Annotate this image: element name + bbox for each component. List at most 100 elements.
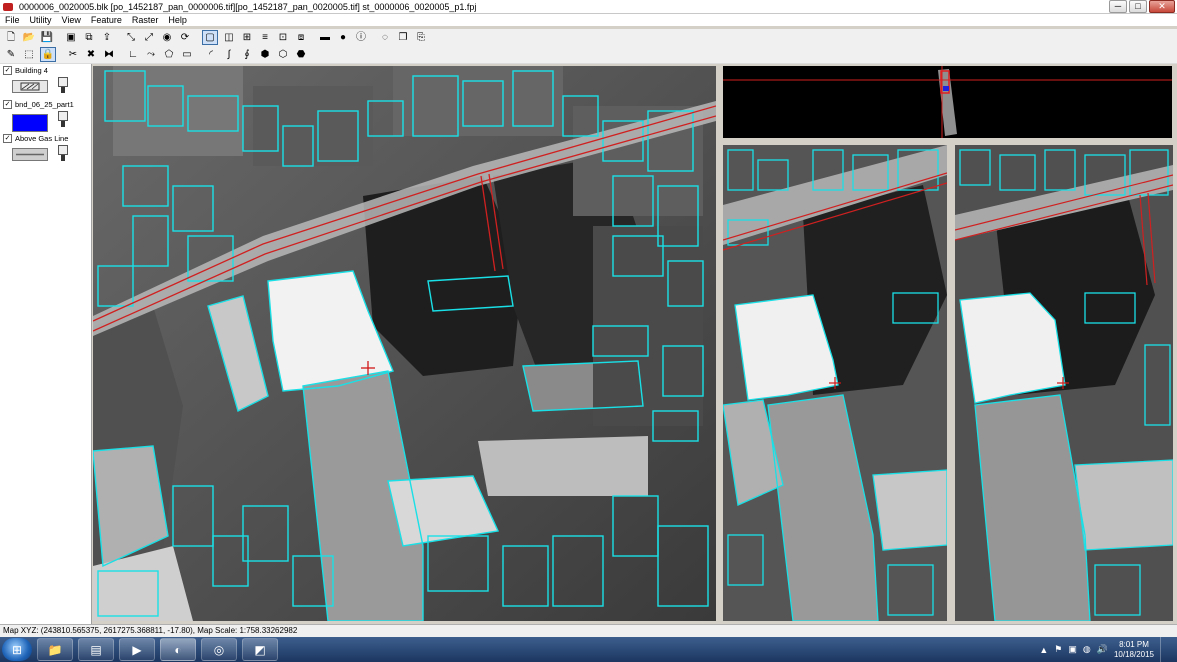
export-icon: ⇪ <box>102 32 112 43</box>
menu-help[interactable]: Help <box>163 15 192 25</box>
taskbar-file-explorer[interactable]: 📁 <box>37 638 73 661</box>
polyline-tool-icon: ⤳ <box>147 49 155 60</box>
vertex-tool-button[interactable]: ✎ <box>4 48 18 61</box>
taskbar-documents[interactable]: ▤ <box>78 638 114 661</box>
show-desktop-button[interactable] <box>1160 637 1171 662</box>
maximize-button[interactable]: □ <box>1129 0 1147 13</box>
stereo-splitter[interactable] <box>948 145 954 621</box>
new-file-button[interactable]: 🗋 <box>4 31 18 44</box>
stereo-view-right[interactable] <box>955 145 1173 621</box>
close-button[interactable]: ✕ <box>1149 0 1175 13</box>
system-tray: ▲ ⚑ ▣ ◍ 🔊 8:01 PM 10/18/2015 <box>1039 637 1171 662</box>
menu-utility[interactable]: Utility <box>25 15 57 25</box>
overview-map[interactable] <box>723 66 1172 138</box>
circle-select-button[interactable]: ◌ <box>378 31 392 44</box>
grid-button[interactable]: ⊡ <box>276 31 290 44</box>
vertical-splitter[interactable] <box>717 64 722 624</box>
layer-bnd[interactable]: ✓ bnd_06_25_part1 <box>3 100 89 132</box>
sync-icon: ⟳ <box>180 32 190 43</box>
layer-swatch[interactable] <box>12 114 48 132</box>
clock[interactable]: 8:01 PM 10/18/2015 <box>1114 640 1154 660</box>
save-icon: 💾 <box>40 32 54 43</box>
paste-button[interactable]: ⎘ <box>414 31 428 44</box>
polygon-tool-button[interactable]: ⬠ <box>162 48 176 61</box>
cut-button[interactable]: ✂ <box>66 48 80 61</box>
status-bar: Map XYZ: (243810.565375, 2617275.368811,… <box>0 624 1177 637</box>
stack-button[interactable]: ≡ <box>258 31 272 44</box>
curve-tool-icon: ∫ <box>227 49 231 60</box>
circle-select-icon: ◌ <box>382 32 388 43</box>
layer-above-gas-line[interactable]: ✓ Above Gas Line <box>3 134 89 161</box>
taskbar-stereo-app[interactable]: ◐ <box>160 638 196 661</box>
edit-toolbar: ✎ ⬚ 🔒 ✂ ✖ ⧓ ∟ ⤳ ⬠ ▭ ◜ ∫ ∮ ⬢ ⬡ ⬣ <box>0 46 1177 64</box>
lock-icon[interactable] <box>58 145 68 155</box>
merge-button[interactable]: ⧓ <box>102 48 116 61</box>
start-button[interactable]: ⊞ <box>2 638 32 661</box>
fit-extent-button[interactable]: ⤡ <box>124 31 138 44</box>
bar-icon: ▬ <box>320 32 330 43</box>
split-view-icon: ◫ <box>224 32 234 43</box>
target-icon: ◉ <box>162 32 172 43</box>
curve-tool-button[interactable]: ∫ <box>222 48 236 61</box>
taskbar-media-player[interactable]: ▶ <box>119 638 155 661</box>
sync-button[interactable]: ⟳ <box>178 31 192 44</box>
polyline-tool-button[interactable]: ⤳ <box>144 48 158 61</box>
menu-feature[interactable]: Feature <box>86 15 127 25</box>
quad-view-button[interactable]: ⊞ <box>240 31 254 44</box>
single-view-button[interactable]: ▢ <box>202 30 218 45</box>
menu-raster[interactable]: Raster <box>127 15 164 25</box>
menu-file[interactable]: File <box>0 15 25 25</box>
layer-checkbox[interactable]: ✓ <box>3 100 12 109</box>
info-button[interactable]: ⓘ <box>354 31 368 44</box>
layer-swatch[interactable] <box>12 80 48 93</box>
lock-tool-button[interactable]: 🔒 <box>40 47 56 62</box>
rectangle-tool-button[interactable]: ▭ <box>180 48 194 61</box>
cut-icon: ✂ <box>68 49 78 60</box>
lock-icon[interactable] <box>58 77 68 87</box>
horizontal-splitter[interactable] <box>723 139 1173 144</box>
snap-tool-button[interactable]: ∮ <box>240 48 254 61</box>
building-tool-button[interactable]: ⬢ <box>258 48 272 61</box>
globe-button[interactable]: ● <box>336 31 350 44</box>
layer-building-4[interactable]: ✓ Building 4 <box>3 66 89 93</box>
minimize-button[interactable]: ─ <box>1109 0 1127 13</box>
layers-button[interactable]: ⧉ <box>82 31 96 44</box>
book-button[interactable]: ▣ <box>64 31 78 44</box>
tray-expand-icon[interactable]: ▲ <box>1039 645 1048 655</box>
copy-button[interactable]: ❐ <box>396 31 410 44</box>
lock-tool-icon: 🔒 <box>41 49 55 60</box>
select-rect-button[interactable]: ⬚ <box>22 48 36 61</box>
taskbar-mapping-app[interactable]: ◩ <box>242 638 278 661</box>
layer-checkbox[interactable]: ✓ <box>3 66 12 75</box>
target-button[interactable]: ◉ <box>160 31 174 44</box>
title-bar: 0000006_0020005.blk [po_1452187_pan_0000… <box>0 0 1177 14</box>
export-button[interactable]: ⇪ <box>100 31 114 44</box>
open-folder-button[interactable]: 📂 <box>22 31 36 44</box>
delete-button[interactable]: ✖ <box>84 48 98 61</box>
arc-tool-button[interactable]: ◜ <box>204 48 218 61</box>
save-button[interactable]: 💾 <box>40 31 54 44</box>
tray-flag-icon[interactable]: ⚑ <box>1054 644 1062 655</box>
tray-volume-icon[interactable]: 🔊 <box>1097 644 1108 655</box>
stereo-view-left[interactable] <box>723 145 947 621</box>
zoom-extent-icon: ⤢ <box>145 32 153 43</box>
taskbar-search-app[interactable]: ◎ <box>201 638 237 661</box>
tray-security-icon[interactable]: ◍ <box>1083 644 1091 655</box>
window-button[interactable]: ⧈ <box>294 31 308 44</box>
lock-icon[interactable] <box>58 111 68 121</box>
line-tool-button[interactable]: ∟ <box>126 48 140 61</box>
tray-network-icon[interactable]: ▣ <box>1068 644 1077 655</box>
layer-name: bnd_06_25_part1 <box>15 100 74 109</box>
split-view-button[interactable]: ◫ <box>222 31 236 44</box>
fit-extent-icon: ⤡ <box>127 32 135 43</box>
bar-button[interactable]: ▬ <box>318 31 332 44</box>
layer-swatch[interactable] <box>12 148 48 161</box>
zoom-extent-button[interactable]: ⤢ <box>142 31 156 44</box>
menu-view[interactable]: View <box>57 15 86 25</box>
window-title: 0000006_0020005.blk [po_1452187_pan_0000… <box>19 1 477 12</box>
grid-icon: ⊡ <box>278 32 288 43</box>
main-map-view[interactable] <box>93 66 716 621</box>
layer-checkbox[interactable]: ✓ <box>3 134 12 143</box>
extrude-tool-button[interactable]: ⬡ <box>276 48 290 61</box>
roof-tool-button[interactable]: ⬣ <box>294 48 308 61</box>
